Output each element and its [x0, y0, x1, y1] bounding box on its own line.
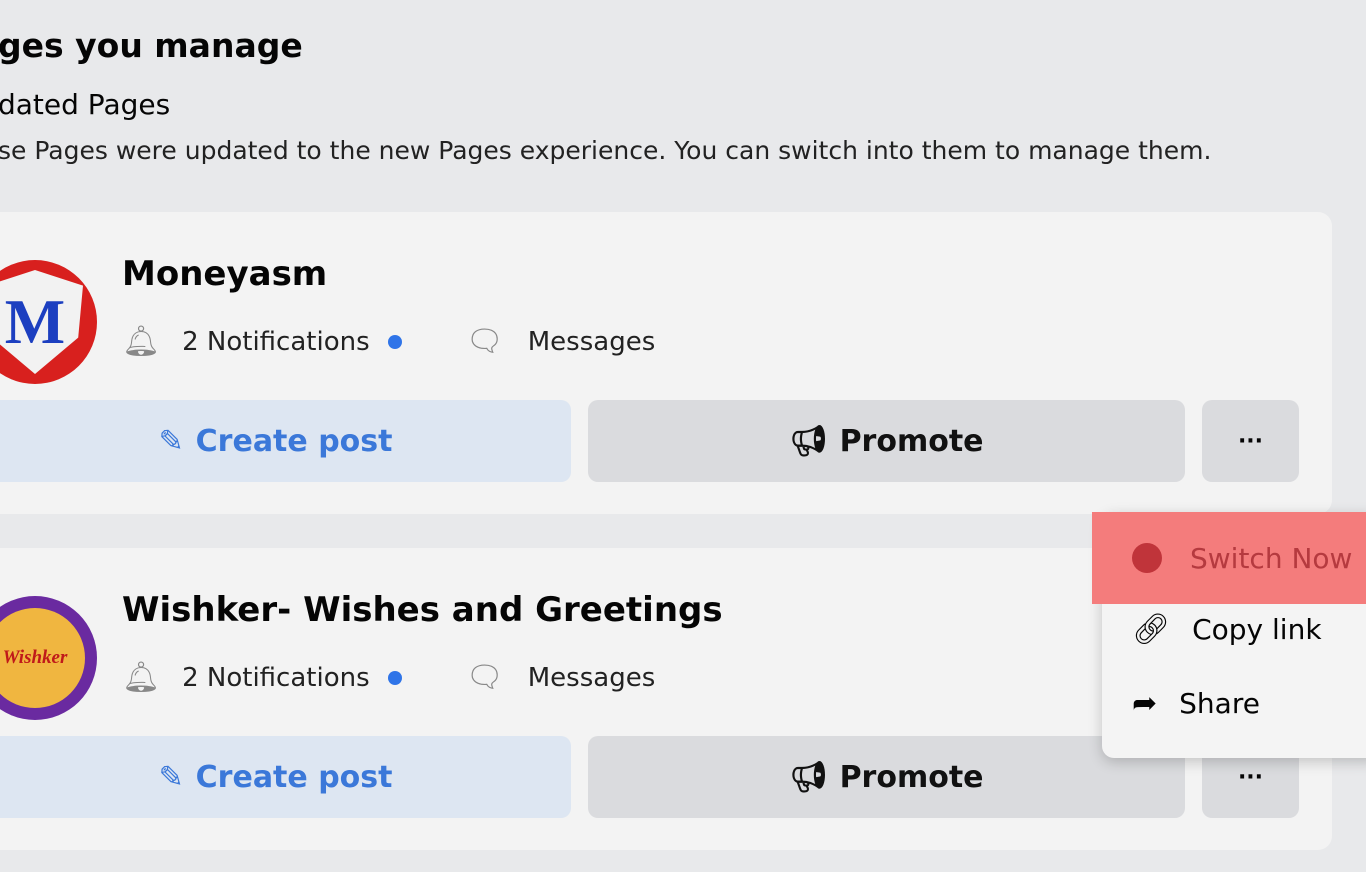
create-post-button[interactable]: ✎ Create post	[0, 736, 571, 818]
messages-icon: 🗨︎	[465, 324, 504, 359]
bell-icon: 🔔︎	[122, 324, 161, 359]
promote-label: Promote	[839, 423, 984, 459]
share-icon: ➦	[1132, 686, 1158, 721]
megaphone-icon: 📢︎	[789, 423, 828, 459]
create-post-label: Create post	[195, 423, 393, 459]
page-name[interactable]: Moneyasm	[122, 254, 327, 294]
unread-dot	[387, 670, 402, 685]
promote-button[interactable]: 📢︎ Promote	[588, 736, 1185, 818]
page-stats: 🔔︎ 2 Notifications 🗨︎ Messages	[122, 660, 655, 695]
menu-item-share[interactable]: ➦ Share	[1132, 686, 1260, 721]
page-stats: 🔔︎ 2 Notifications 🗨︎ Messages	[122, 324, 655, 359]
page-avatar[interactable]: Wishker	[0, 596, 97, 720]
copy-link-label: Copy link	[1192, 613, 1322, 646]
notifications-link[interactable]: 2 Notifications	[182, 663, 370, 693]
switch-now-label: Switch Now	[1190, 541, 1353, 575]
unread-dot	[387, 334, 402, 349]
menu-item-switch-now[interactable]: Switch Now	[1092, 512, 1366, 604]
section-title: dated Pages	[0, 88, 171, 121]
more-options-button[interactable]: ···	[1202, 400, 1299, 482]
logo-letter: M	[4, 286, 66, 357]
page-title: ges you manage	[0, 26, 303, 65]
menu-item-copy-link[interactable]: 🔗︎ Copy link	[1132, 612, 1322, 647]
logo-text: Wishker	[2, 647, 68, 668]
create-post-button[interactable]: ✎ Create post	[0, 400, 571, 482]
edit-icon: ✎	[158, 423, 184, 459]
megaphone-icon: 📢︎	[789, 759, 828, 795]
notifications-link[interactable]: 2 Notifications	[182, 327, 370, 357]
edit-icon: ✎	[158, 759, 184, 795]
messages-icon: 🗨︎	[465, 660, 504, 695]
create-post-label: Create post	[195, 759, 393, 795]
messages-link[interactable]: Messages	[528, 663, 656, 693]
bell-icon: 🔔︎	[122, 660, 161, 695]
promote-label: Promote	[839, 759, 984, 795]
page-avatar[interactable]: M	[0, 260, 97, 384]
page-card-moneyasm: M Moneyasm 🔔︎ 2 Notifications 🗨︎ Message…	[0, 212, 1332, 514]
share-label: Share	[1179, 687, 1260, 720]
link-icon: 🔗︎	[1132, 612, 1171, 647]
section-description: se Pages were updated to the new Pages e…	[0, 136, 1212, 165]
page-name[interactable]: Wishker- Wishes and Greetings	[122, 590, 723, 630]
switch-profile-icon	[1132, 543, 1162, 573]
promote-button[interactable]: 📢︎ Promote	[588, 400, 1185, 482]
messages-link[interactable]: Messages	[528, 327, 656, 357]
